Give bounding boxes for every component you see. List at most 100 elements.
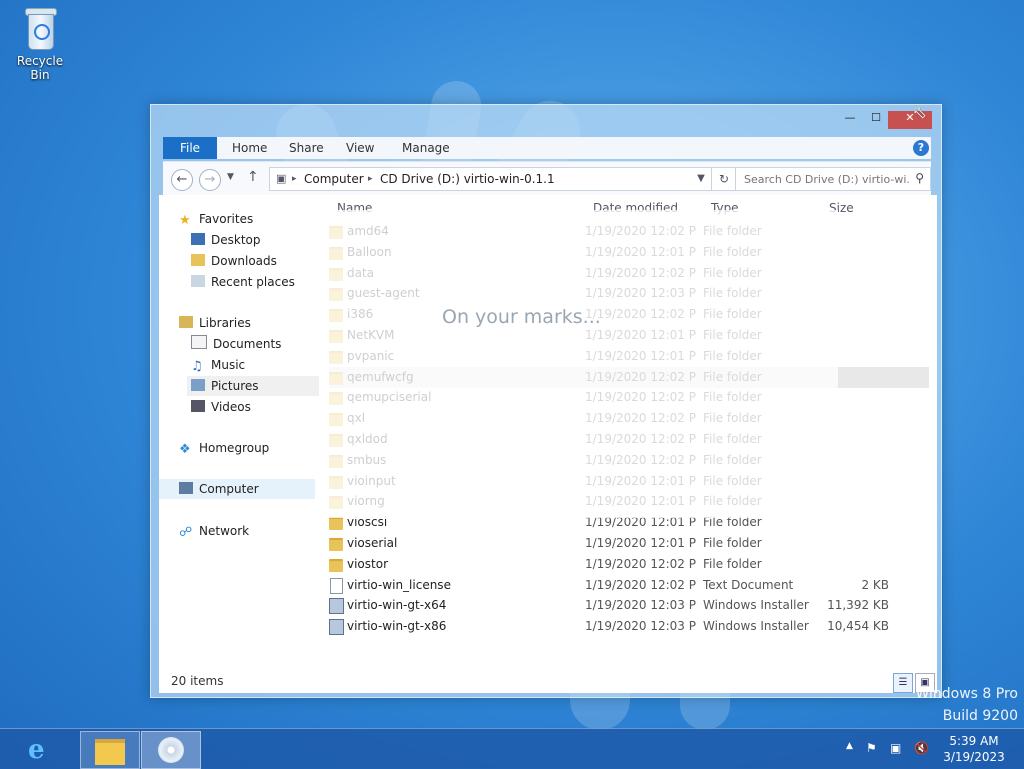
title-bar[interactable]: — ☐ ✕ bbox=[151, 105, 941, 133]
file-type: Windows Installer ... bbox=[703, 619, 813, 634]
music-icon: ♫ bbox=[191, 359, 203, 374]
text-document-icon bbox=[330, 577, 343, 594]
folder-icon bbox=[329, 538, 343, 551]
address-row: ← → ▼ ↑ ▣ ▸ Computer ▸ CD Drive (D:) vir… bbox=[163, 161, 931, 196]
file-type: Windows Installer ... bbox=[703, 598, 813, 613]
file-row[interactable]: virtio-win_license 1/19/2020 12:02 PM Text… bbox=[329, 575, 929, 596]
installer-icon bbox=[329, 619, 344, 636]
folder-icon bbox=[329, 558, 343, 572]
ribbon-tabs: File Home Share View Manage ? bbox=[163, 137, 931, 159]
status-bar: 20 items ☰ ▣ bbox=[159, 671, 937, 693]
file-name: vioserial bbox=[347, 536, 398, 550]
file-type: File folder bbox=[703, 556, 762, 571]
installer-icon bbox=[329, 598, 344, 615]
address-dropdown-icon[interactable]: ▼ bbox=[691, 167, 711, 191]
recycle-bin-label: Recycle Bin bbox=[16, 54, 64, 82]
drive-icon: ▣ bbox=[276, 172, 287, 185]
file-type: Text Document bbox=[703, 577, 794, 592]
volume-muted-icon[interactable]: 🔇 bbox=[914, 741, 929, 755]
downloads-icon bbox=[191, 254, 205, 266]
address-bar[interactable]: ▣ ▸ Computer ▸ CD Drive (D:) virtio-win-… bbox=[269, 167, 713, 191]
breadcrumb-cd-drive[interactable]: CD Drive (D:) virtio-win-0.1.1 bbox=[380, 168, 555, 190]
folder-icon bbox=[95, 739, 125, 765]
file-date: 1/19/2020 12:02 PM bbox=[585, 556, 697, 571]
nav-network[interactable]: ☍ Network bbox=[179, 521, 249, 541]
clock-time: 5:39 AM bbox=[949, 734, 999, 748]
navigation-pane: ★ Favorites Desktop Downloads Recent plac… bbox=[159, 195, 319, 671]
recycle-bin-icon bbox=[23, 6, 57, 50]
minimize-button[interactable]: — bbox=[837, 111, 863, 129]
internet-explorer-icon[interactable]: e bbox=[28, 735, 58, 765]
folder-icon bbox=[329, 517, 343, 531]
breadcrumb-chevron-icon[interactable]: ▸ bbox=[292, 168, 297, 190]
computer-icon bbox=[179, 482, 193, 494]
details-view-icon[interactable]: ☰ bbox=[893, 673, 913, 693]
nav-documents[interactable]: Documents bbox=[191, 334, 281, 354]
file-size: 11,392 KB bbox=[827, 598, 889, 613]
nav-downloads[interactable]: Downloads bbox=[191, 251, 277, 271]
file-row[interactable]: viostor 1/19/2020 12:02 PM File folder bbox=[329, 554, 929, 575]
videos-icon bbox=[191, 400, 205, 412]
recent-locations-dropdown[interactable]: ▼ bbox=[227, 172, 234, 182]
file-name: virtio-win_license bbox=[347, 577, 451, 592]
watermark-build: Build 9200 bbox=[942, 708, 1018, 724]
up-button[interactable]: ↑ bbox=[247, 169, 259, 185]
forward-button[interactable]: → bbox=[199, 169, 221, 191]
recycle-bin-shortcut[interactable]: Recycle Bin bbox=[6, 6, 74, 82]
file-name: virtio-win-gt-x86 bbox=[347, 619, 447, 634]
desktop-icon bbox=[191, 233, 205, 245]
cd-drive-taskbar-button[interactable] bbox=[141, 731, 201, 769]
nav-desktop[interactable]: Desktop bbox=[191, 230, 261, 250]
nav-pictures[interactable]: Pictures bbox=[187, 376, 319, 396]
system-clock[interactable]: 5:39 AM 3/19/2023 bbox=[934, 733, 1014, 765]
cd-icon bbox=[158, 737, 184, 763]
file-size: 2 KB bbox=[861, 577, 889, 592]
breadcrumb-chevron-icon[interactable]: ▸ bbox=[368, 168, 373, 190]
show-hidden-icons-icon[interactable]: ▲ bbox=[846, 741, 853, 751]
nav-music[interactable]: ♫ Music bbox=[191, 355, 245, 375]
breadcrumb-computer[interactable]: Computer bbox=[304, 168, 364, 190]
tab-home[interactable]: Home bbox=[232, 137, 267, 159]
file-name: virtio-win-gt-x64 bbox=[347, 598, 447, 613]
nav-videos[interactable]: Videos bbox=[191, 397, 251, 417]
action-center-flag-icon[interactable]: ⚑ bbox=[866, 741, 877, 755]
splash-text: On your marks... bbox=[442, 306, 601, 328]
libraries-icon bbox=[179, 316, 193, 328]
back-button[interactable]: ← bbox=[171, 169, 193, 191]
nav-recent-places[interactable]: Recent places bbox=[191, 272, 295, 292]
search-input[interactable] bbox=[742, 168, 912, 190]
search-icon[interactable]: ⚲ bbox=[915, 171, 924, 185]
file-row[interactable]: virtio-win-gt-x64 1/19/2020 12:03 PM Windo… bbox=[329, 595, 929, 616]
file-size: 10,454 KB bbox=[827, 619, 889, 634]
documents-icon bbox=[191, 335, 207, 349]
network-status-icon[interactable]: ▣ bbox=[890, 741, 901, 755]
tab-share[interactable]: Share bbox=[289, 137, 324, 159]
nav-favorites[interactable]: ★ Favorites bbox=[179, 209, 253, 229]
nav-libraries[interactable]: Libraries bbox=[179, 313, 251, 333]
nav-homegroup[interactable]: ❖ Homegroup bbox=[179, 438, 269, 458]
file-type: File folder bbox=[703, 536, 762, 550]
file-date: 1/19/2020 12:01 PM bbox=[585, 536, 697, 550]
homegroup-icon: ❖ bbox=[179, 442, 191, 457]
file-explorer-taskbar-button[interactable] bbox=[80, 731, 140, 769]
file-date: 1/19/2020 12:02 PM bbox=[585, 577, 697, 592]
file-date: 1/19/2020 12:03 PM bbox=[585, 619, 697, 634]
search-box[interactable]: ⚲ bbox=[735, 167, 931, 191]
tab-manage[interactable]: Manage bbox=[402, 137, 450, 159]
help-icon[interactable]: ? bbox=[913, 140, 929, 156]
item-count: 20 items bbox=[171, 674, 224, 688]
tab-view[interactable]: View bbox=[346, 137, 374, 159]
star-icon: ★ bbox=[179, 213, 191, 228]
nav-computer[interactable]: Computer bbox=[159, 479, 315, 499]
maximize-button[interactable]: ☐ bbox=[863, 111, 889, 129]
pictures-icon bbox=[191, 379, 205, 391]
splash-overlay bbox=[320, 210, 838, 518]
tab-file[interactable]: File bbox=[163, 137, 217, 159]
watermark-edition: Windows 8 Pro bbox=[915, 686, 1018, 702]
file-row[interactable]: virtio-win-gt-x86 1/19/2020 12:03 PM Windo… bbox=[329, 616, 929, 637]
file-name: viostor bbox=[347, 556, 389, 571]
taskbar: e ▲ ⚑ ▣ 🔇 5:39 AM 3/19/2023 bbox=[0, 728, 1024, 769]
refresh-icon[interactable]: ↻ bbox=[711, 167, 737, 191]
clock-date: 3/19/2023 bbox=[943, 750, 1005, 764]
file-row[interactable]: vioserial 1/19/2020 12:01 PM File folder bbox=[329, 533, 929, 554]
